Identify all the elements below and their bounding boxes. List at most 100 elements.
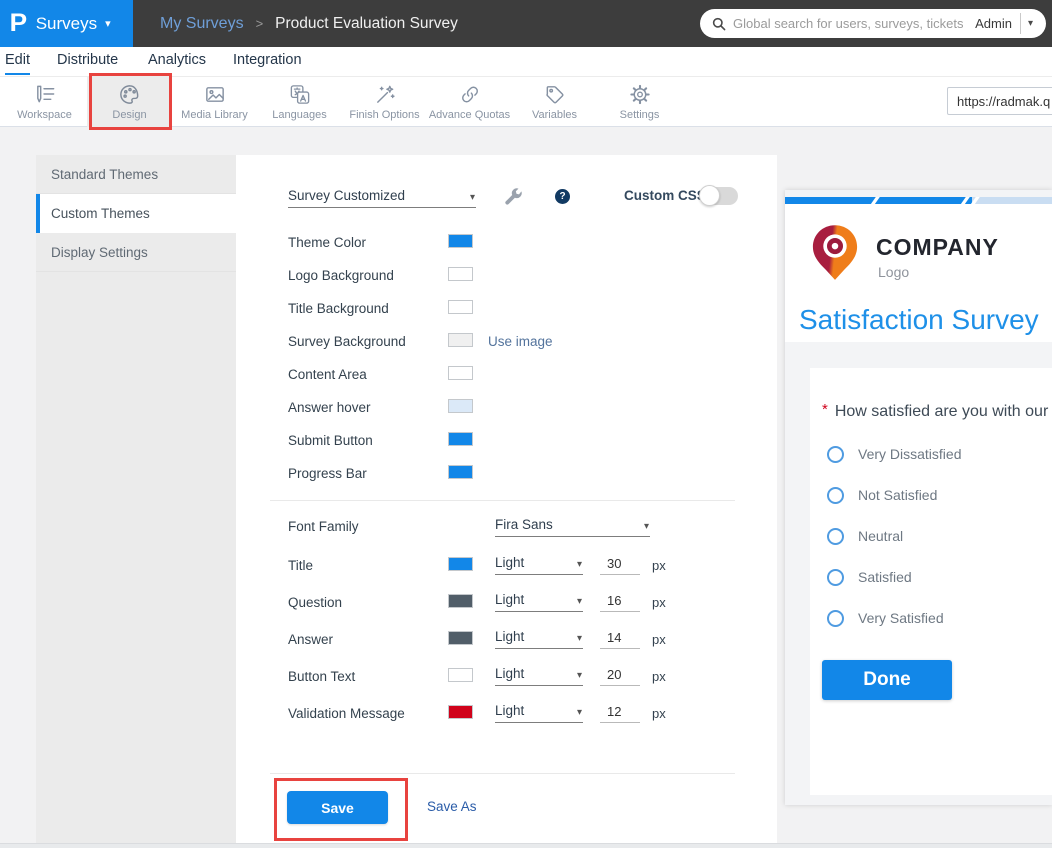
answer-size-input[interactable] (600, 629, 640, 649)
translate-icon (288, 83, 312, 106)
toolbar-item-label: Settings (620, 109, 660, 121)
answer-color-swatch[interactable] (448, 631, 473, 645)
save-as-link[interactable]: Save As (427, 799, 477, 814)
answer-hover-swatch[interactable] (448, 399, 473, 413)
sidebar-item-standard-themes[interactable]: Standard Themes (36, 155, 236, 194)
answer-weight-select[interactable]: Light ▾ (495, 629, 583, 649)
primary-nav: Edit Distribute Analytics Integration (0, 47, 1052, 77)
edit-theme-button[interactable] (503, 186, 524, 212)
option-satisfied[interactable]: Satisfied (827, 567, 912, 587)
unit-label: px (652, 558, 666, 573)
title-color-swatch[interactable] (448, 557, 473, 571)
validation-message-color-swatch[interactable] (448, 705, 473, 719)
progress-bar-swatch[interactable] (448, 465, 473, 479)
radio-icon[interactable] (827, 569, 844, 586)
help-icon[interactable]: ? (555, 189, 570, 204)
submit-button-swatch[interactable] (448, 432, 473, 446)
section-divider (270, 773, 735, 774)
chevron-down-icon: ▾ (105, 17, 111, 30)
question-text: *How satisfied are you with our (822, 401, 1048, 421)
sidebar-item-display-settings[interactable]: Display Settings (36, 233, 236, 272)
validation-size-input[interactable] (600, 703, 640, 723)
section-divider (270, 500, 735, 501)
toolbar-item-finish-options[interactable]: Finish Options (342, 77, 427, 127)
title-background-swatch[interactable] (448, 300, 473, 314)
question-color-swatch[interactable] (448, 594, 473, 608)
unit-label: px (652, 669, 666, 684)
account-caret-icon[interactable]: ▾ (1021, 18, 1040, 29)
chevron-down-icon: ▾ (577, 670, 582, 681)
button-text-color-swatch[interactable] (448, 668, 473, 682)
toolbar-item-media-library[interactable]: Media Library (172, 77, 257, 127)
toolbar-item-design[interactable]: Design (87, 77, 172, 127)
color-row-label: Survey Background (288, 334, 406, 349)
company-name: COMPANY (876, 234, 999, 261)
toolbar-item-workspace[interactable]: Workspace (2, 77, 87, 127)
title-size-input[interactable] (600, 555, 640, 575)
font-row-label: Validation Message (288, 706, 405, 721)
color-row-label: Answer hover (288, 400, 371, 415)
survey-url-field[interactable]: https://radmak.q (947, 87, 1052, 115)
tab-distribute[interactable]: Distribute (57, 52, 118, 73)
chevron-down-icon: ▾ (644, 521, 649, 532)
theme-select[interactable]: Survey Customized ▾ (288, 188, 476, 208)
image-icon (203, 83, 227, 106)
tab-edit[interactable]: Edit (5, 52, 30, 75)
breadcrumb-my-surveys[interactable]: My Surveys (160, 15, 244, 33)
sidebar-item-custom-themes[interactable]: Custom Themes (36, 194, 236, 233)
horizontal-scrollbar-track[interactable] (0, 843, 1052, 848)
custom-css-toggle[interactable] (700, 187, 738, 205)
title-weight-select[interactable]: Light ▾ (495, 555, 583, 575)
button-text-size-input[interactable] (600, 666, 640, 686)
weight-value: Light (495, 592, 583, 611)
font-family-value: Fira Sans (495, 517, 650, 536)
toolbar-item-settings[interactable]: Settings (597, 77, 682, 127)
tab-analytics[interactable]: Analytics (148, 52, 206, 73)
use-image-link[interactable]: Use image (488, 334, 553, 349)
color-row-label: Title Background (288, 301, 389, 316)
font-family-select[interactable]: Fira Sans ▾ (495, 517, 650, 537)
weight-value: Light (495, 666, 583, 685)
workspace-icon (33, 83, 57, 106)
content-area-swatch[interactable] (448, 366, 473, 380)
theme-editor-panel: Survey Customized ▾ ? Custom CSS Theme C… (236, 155, 777, 844)
done-button[interactable]: Done (822, 660, 952, 700)
toolbar-item-label: Media Library (181, 109, 248, 121)
toolbar-item-label: Languages (272, 109, 326, 121)
toolbar-item-languages[interactable]: Languages (257, 77, 342, 127)
design-sidebar: Standard Themes Custom Themes Display Se… (36, 155, 236, 844)
survey-background-swatch[interactable] (448, 333, 473, 347)
radio-icon[interactable] (827, 487, 844, 504)
option-neutral[interactable]: Neutral (827, 526, 903, 546)
save-button[interactable]: Save (287, 791, 388, 824)
toolbar-item-advance-quotas[interactable]: Advance Quotas (427, 77, 512, 127)
product-switcher[interactable]: P Surveys ▾ (0, 0, 133, 47)
account-menu-label[interactable]: Admin (975, 16, 1012, 31)
color-row-label: Logo Background (288, 268, 394, 283)
search-icon (711, 16, 727, 32)
option-very-dissatisfied[interactable]: Very Dissatisfied (827, 444, 961, 464)
radio-icon[interactable] (827, 610, 844, 627)
radio-icon[interactable] (827, 528, 844, 545)
breadcrumb-separator: > (256, 16, 264, 31)
preview-content-area: *How satisfied are you with our Very Dis… (810, 368, 1052, 795)
edit-toolbar: Workspace Design Media Library (0, 77, 1052, 127)
tab-integration[interactable]: Integration (233, 52, 302, 73)
button-text-weight-select[interactable]: Light ▾ (495, 666, 583, 686)
survey-title: Satisfaction Survey (799, 304, 1039, 336)
global-search[interactable]: Admin ▾ (700, 9, 1046, 38)
radio-icon[interactable] (827, 446, 844, 463)
logo-background-swatch[interactable] (448, 267, 473, 281)
option-not-satisfied[interactable]: Not Satisfied (827, 485, 937, 505)
gear-icon (628, 83, 652, 106)
preview-progress-bar (785, 197, 1052, 204)
question-size-input[interactable] (600, 592, 640, 612)
font-row-label: Question (288, 595, 342, 610)
theme-color-swatch[interactable] (448, 234, 473, 248)
validation-weight-select[interactable]: Light ▾ (495, 703, 583, 723)
search-input[interactable] (733, 16, 971, 31)
option-very-satisfied[interactable]: Very Satisfied (827, 608, 944, 628)
toolbar-item-variables[interactable]: Variables (512, 77, 597, 127)
theme-select-value: Survey Customized (288, 188, 476, 207)
question-weight-select[interactable]: Light ▾ (495, 592, 583, 612)
